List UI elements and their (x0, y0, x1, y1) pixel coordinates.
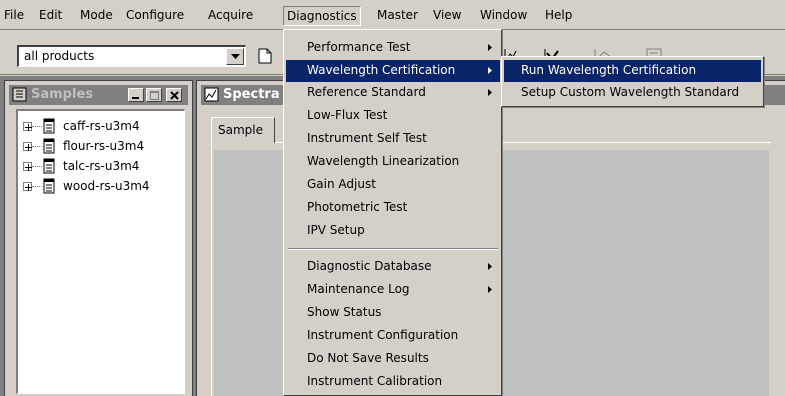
menu-item-label: Run Wavelength Certification (521, 63, 697, 77)
menu-item-label: Setup Custom Wavelength Standard (521, 85, 740, 99)
menu-bar: File Edit Mode Configure Acquire Diagnos… (0, 0, 785, 30)
samples-titlebar[interactable]: Samples (9, 85, 188, 105)
submenu-arrow-icon (488, 286, 492, 293)
product-select[interactable]: all products (17, 45, 246, 67)
menu-item-maintenance-log[interactable]: Maintenance Log (286, 279, 500, 301)
dropdown-button[interactable] (226, 48, 244, 65)
menu-item-wavelength-certification[interactable]: Wavelength Certification (286, 60, 500, 82)
menu-item-label: Instrument Self Test (307, 131, 427, 145)
tree-item-label: talc-rs-u3m4 (63, 159, 140, 173)
menu-item-photometric-test[interactable]: Photometric Test (286, 197, 500, 219)
menu-item-label: Low-Flux Test (307, 108, 388, 122)
tree-item-label: caff-rs-u3m4 (63, 119, 140, 133)
menu-item-instrument-self-test[interactable]: Instrument Self Test (286, 128, 500, 150)
wavelength-certification-submenu: Run Wavelength Certification Setup Custo… (501, 56, 764, 107)
menu-item-label: Wavelength Linearization (307, 154, 460, 168)
spectra-window-icon (204, 87, 219, 102)
menu-item-label: Show Status (307, 305, 382, 319)
tree-item[interactable]: talc-rs-u3m4 (23, 158, 183, 178)
menu-file[interactable]: File (1, 6, 27, 26)
submenu-arrow-icon (488, 67, 492, 74)
menu-item-instrument-configuration[interactable]: Instrument Configuration (286, 325, 500, 347)
menu-item-ipv-setup[interactable]: IPV Setup (286, 220, 500, 242)
menu-item-label: Gain Adjust (307, 177, 376, 191)
chevron-down-icon (231, 54, 240, 59)
menu-diagnostics[interactable]: Diagnostics (283, 6, 361, 26)
document-icon (43, 158, 55, 174)
tree-item-label: flour-rs-u3m4 (63, 139, 145, 153)
tree-item[interactable]: wood-rs-u3m4 (23, 178, 183, 198)
spectra-title: Spectra (223, 87, 280, 102)
menu-item-low-flux-test[interactable]: Low-Flux Test (286, 105, 500, 127)
menu-item-label: Instrument Configuration (307, 328, 459, 342)
document-icon (43, 178, 55, 194)
product-select-value: all products (24, 49, 95, 63)
tab-sample[interactable]: Sample (211, 117, 275, 143)
expand-icon[interactable] (23, 162, 32, 171)
expand-icon[interactable] (23, 142, 32, 151)
menu-item-wavelength-linearization[interactable]: Wavelength Linearization (286, 151, 500, 173)
menu-mode[interactable]: Mode (77, 6, 116, 26)
menu-master[interactable]: Master (374, 6, 421, 26)
menu-item-performance-test[interactable]: Performance Test (286, 37, 500, 59)
document-icon (43, 118, 55, 134)
menu-item-setup-custom-wavelength-standard[interactable]: Setup Custom Wavelength Standard (504, 82, 761, 104)
samples-tree[interactable]: caff-rs-u3m4 flour-rs-u3m4 talc-rs-u3m4 … (16, 109, 185, 394)
menu-item-run-wavelength-certification[interactable]: Run Wavelength Certification (504, 60, 761, 82)
menu-item-show-status[interactable]: Show Status (286, 302, 500, 324)
tab-sample-label: Sample (218, 123, 263, 137)
menu-item-label: Wavelength Certification (307, 63, 456, 77)
menu-item-label: Instrument Calibration (307, 374, 443, 388)
menu-item-reference-standard[interactable]: Reference Standard (286, 82, 500, 104)
menu-view[interactable]: View (430, 6, 464, 26)
menu-item-label: Do Not Save Results (307, 351, 429, 365)
samples-window: Samples caff-rs-u3m4 flour-rs-u3m4 talc-… (4, 80, 193, 396)
menu-acquire[interactable]: Acquire (205, 6, 256, 26)
menu-window[interactable]: Window (477, 6, 530, 26)
menu-item-do-not-save-results[interactable]: Do Not Save Results (286, 348, 500, 370)
maximize-button[interactable] (146, 88, 162, 102)
menu-help[interactable]: Help (542, 6, 575, 26)
close-button[interactable] (166, 88, 182, 102)
expand-icon[interactable] (23, 182, 32, 191)
minimize-icon (132, 97, 139, 99)
expand-icon[interactable] (23, 122, 32, 131)
menu-item-instrument-calibration[interactable]: Instrument Calibration (286, 371, 500, 393)
menu-item-label: Photometric Test (307, 200, 408, 214)
submenu-arrow-icon (488, 89, 492, 96)
tree-item[interactable]: caff-rs-u3m4 (23, 118, 183, 138)
menu-configure[interactable]: Configure (123, 6, 187, 26)
close-icon (170, 91, 179, 100)
tree-item[interactable]: flour-rs-u3m4 (23, 138, 183, 158)
tree-item-label: wood-rs-u3m4 (63, 179, 150, 193)
new-document-button[interactable] (254, 45, 278, 67)
samples-title: Samples (31, 87, 93, 102)
menu-item-label: Maintenance Log (307, 282, 410, 296)
menu-edit[interactable]: Edit (36, 6, 65, 26)
submenu-arrow-icon (488, 44, 492, 51)
menu-item-diagnostic-database[interactable]: Diagnostic Database (286, 256, 500, 278)
menu-item-label: Performance Test (307, 40, 411, 54)
menu-item-gain-adjust[interactable]: Gain Adjust (286, 174, 500, 196)
submenu-arrow-icon (488, 263, 492, 270)
new-document-icon (258, 48, 272, 64)
minimize-button[interactable] (128, 88, 144, 102)
menu-item-label: Reference Standard (307, 85, 426, 99)
diagnostics-menu: Performance Test Wavelength Certificatio… (283, 29, 502, 396)
document-icon (43, 138, 55, 154)
menu-separator (288, 248, 498, 250)
menu-item-label: IPV Setup (307, 223, 365, 237)
menu-item-label: Diagnostic Database (307, 259, 432, 273)
samples-window-icon (12, 87, 27, 102)
maximize-icon (150, 91, 159, 100)
